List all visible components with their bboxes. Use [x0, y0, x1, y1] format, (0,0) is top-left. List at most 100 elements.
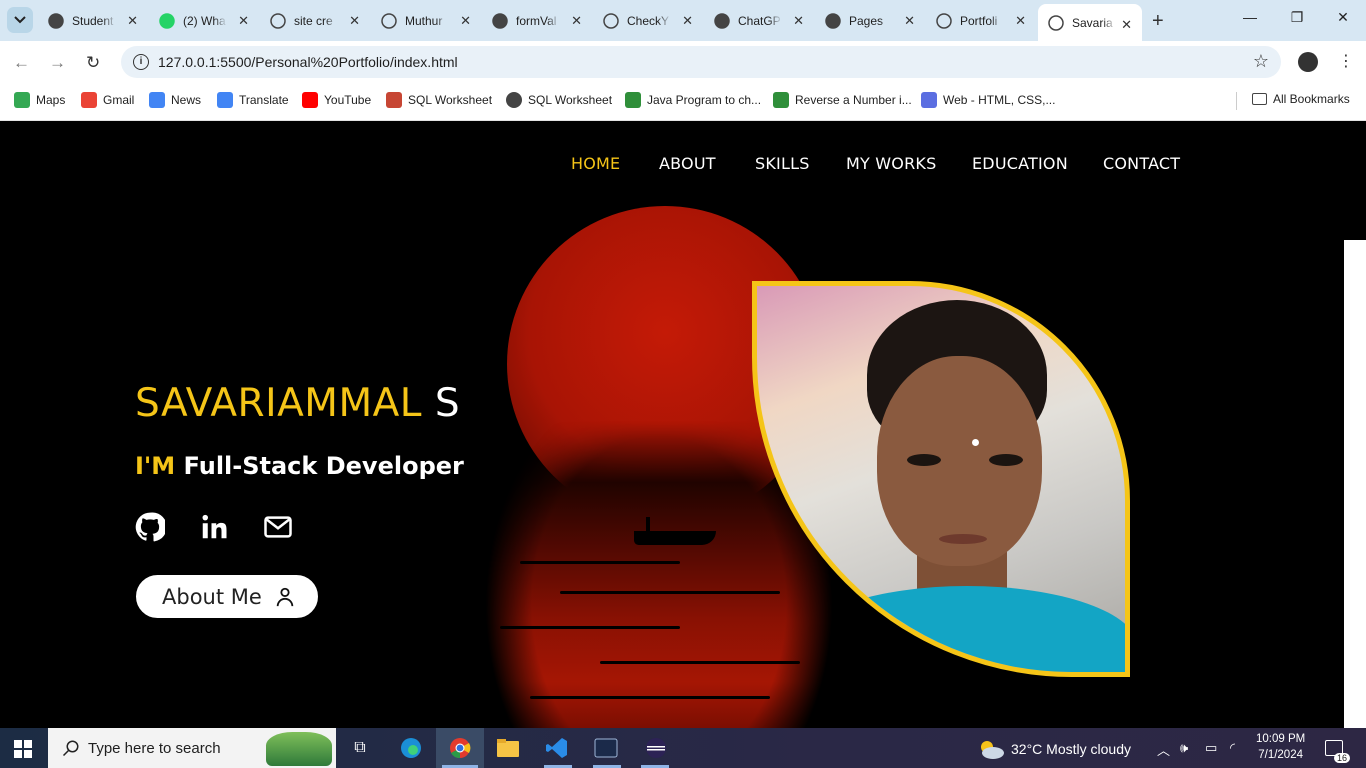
about-me-label: About Me [162, 584, 262, 609]
terminal-app-icon[interactable] [591, 733, 621, 763]
bookmark-label: SQL Worksheet [528, 93, 613, 107]
windows-start-icon[interactable] [14, 740, 32, 758]
bookmark-item[interactable]: Gmail [81, 92, 134, 108]
linkedin-icon[interactable] [199, 512, 229, 542]
nav-link-my-works[interactable]: MY WORKS [846, 154, 936, 173]
minimize-button[interactable]: — [1240, 9, 1260, 25]
browser-tab[interactable]: Savaria ✕ [1038, 4, 1142, 41]
browser-tab[interactable]: CheckY ✕ [593, 0, 703, 41]
url-text[interactable]: 127.0.0.1:5500/Personal%20Portfolio/inde… [158, 54, 458, 70]
weather-widget[interactable]: 32°C Mostly cloudy [977, 739, 1131, 759]
search-highlight-image [266, 732, 332, 766]
nav-link-skills[interactable]: SKILLS [755, 154, 810, 173]
ripple [530, 696, 770, 699]
cloudy-icon [981, 741, 1004, 759]
address-bar[interactable]: i 127.0.0.1:5500/Personal%20Portfolio/in… [121, 46, 1281, 78]
about-me-button[interactable]: About Me [134, 573, 320, 620]
bookmark-item[interactable]: Reverse a Number i... [773, 92, 912, 108]
nav-link-home[interactable]: HOME [571, 154, 620, 173]
close-tab-icon[interactable]: ✕ [238, 13, 249, 29]
edge-icon[interactable] [396, 733, 426, 763]
globe-icon [270, 12, 286, 29]
browser-tab[interactable]: site cre ✕ [260, 0, 370, 41]
vscode-icon[interactable] [542, 733, 572, 763]
close-tab-icon[interactable]: ✕ [127, 13, 138, 29]
clock-time: 10:09 PM [1256, 733, 1306, 745]
tab-title: Pages [849, 13, 884, 28]
tab-search-button[interactable] [7, 7, 33, 33]
bookmark-item[interactable]: Java Program to ch... [625, 92, 761, 108]
browser-tab[interactable]: ChatGP ✕ [704, 0, 814, 41]
close-tab-icon[interactable]: ✕ [349, 13, 360, 29]
close-window-button[interactable]: ✕ [1333, 9, 1353, 26]
globe-icon [936, 12, 952, 29]
mail-icon[interactable] [263, 512, 293, 542]
boat-silhouette [634, 531, 716, 545]
notification-center-icon[interactable]: 16 [1325, 740, 1350, 763]
site-info-icon[interactable]: i [133, 54, 149, 70]
bookmark-label: Reverse a Number i... [795, 93, 912, 107]
forward-button[interactable]: → [49, 53, 66, 73]
close-tab-icon[interactable]: ✕ [1015, 13, 1026, 29]
youtube-icon [302, 92, 318, 108]
bookmark-item[interactable]: YouTube [302, 92, 371, 108]
clock-date: 7/1/2024 [1258, 749, 1303, 761]
chrome-icon[interactable] [445, 733, 475, 763]
eclipse-icon[interactable] [641, 733, 671, 763]
reload-button[interactable]: ↻ [86, 53, 100, 73]
bookmark-item[interactable]: Web - HTML, CSS,... [921, 92, 1055, 108]
github-icon[interactable] [135, 512, 167, 542]
scrollbar-thumb[interactable] [1344, 240, 1366, 728]
github-icon [492, 12, 508, 29]
photo-lips [939, 534, 987, 544]
bookmark-item[interactable]: Maps [14, 92, 65, 108]
file-explorer-icon[interactable] [493, 733, 523, 763]
photo-bindi [972, 439, 979, 446]
show-hidden-icons[interactable]: ︿ [1157, 740, 1170, 759]
browser-tab[interactable]: formVal ✕ [482, 0, 592, 41]
wifi-icon[interactable]: ◜ [1230, 740, 1235, 756]
globe-icon [1048, 14, 1064, 31]
close-tab-icon[interactable]: ✕ [793, 13, 804, 29]
close-tab-icon[interactable]: ✕ [571, 13, 582, 29]
nav-link-education[interactable]: EDUCATION [972, 154, 1068, 173]
tab-title: Student [72, 13, 114, 28]
close-tab-icon[interactable]: ✕ [1121, 17, 1132, 33]
bookmark-item[interactable]: News [149, 92, 201, 108]
profile-avatar[interactable] [1298, 52, 1318, 72]
close-tab-icon[interactable]: ✕ [460, 13, 471, 29]
all-bookmarks-button[interactable]: All Bookmarks [1252, 92, 1350, 106]
bookmark-label: YouTube [324, 93, 372, 107]
volume-icon[interactable]: 🕪 [1180, 740, 1188, 756]
close-tab-icon[interactable]: ✕ [682, 13, 693, 29]
browser-tab[interactable]: Student ✕ [38, 0, 148, 41]
close-tab-icon[interactable]: ✕ [904, 13, 915, 29]
bookmark-item[interactable]: Translate [217, 92, 289, 108]
bookmark-item[interactable]: SQL Worksheet [506, 92, 612, 108]
menu-kebab-icon[interactable]: ⋮ [1338, 51, 1354, 71]
maps-icon [14, 92, 30, 108]
browser-tab[interactable]: Portfoli ✕ [926, 0, 1036, 41]
first-name: SAVARIAMMAL [135, 381, 423, 426]
nav-link-contact[interactable]: CONTACT [1103, 154, 1180, 173]
bookmark-label: Web - HTML, CSS,... [943, 93, 1056, 107]
browser-tab[interactable]: (2) Wha ✕ [149, 0, 259, 41]
tab-title: Muthur [405, 13, 443, 28]
bookmark-star-icon[interactable]: ☆ [1253, 51, 1269, 72]
globe-icon [381, 12, 397, 29]
taskbar-search-box[interactable]: Type here to search [48, 728, 336, 768]
restore-button[interactable]: ❐ [1287, 9, 1307, 26]
browser-tab[interactable]: Pages ✕ [815, 0, 925, 41]
folder-icon [1252, 93, 1267, 105]
bookmark-item[interactable]: SQL Worksheet [386, 92, 492, 108]
bookmark-label: Maps [36, 93, 66, 107]
new-tab-button[interactable]: + [1152, 10, 1164, 33]
browser-tab[interactable]: Muthur ✕ [371, 0, 481, 41]
battery-icon[interactable]: ▭ [1205, 740, 1217, 756]
tab-title: Savaria [1072, 15, 1113, 30]
taskbar-clock[interactable]: 10:09 PM 7/1/2024 [1256, 731, 1305, 763]
page-scrollbar[interactable] [1343, 121, 1366, 728]
task-view-icon[interactable]: ⧉ [345, 733, 375, 763]
nav-link-about[interactable]: ABOUT [659, 154, 716, 173]
back-button[interactable]: ← [13, 53, 30, 73]
